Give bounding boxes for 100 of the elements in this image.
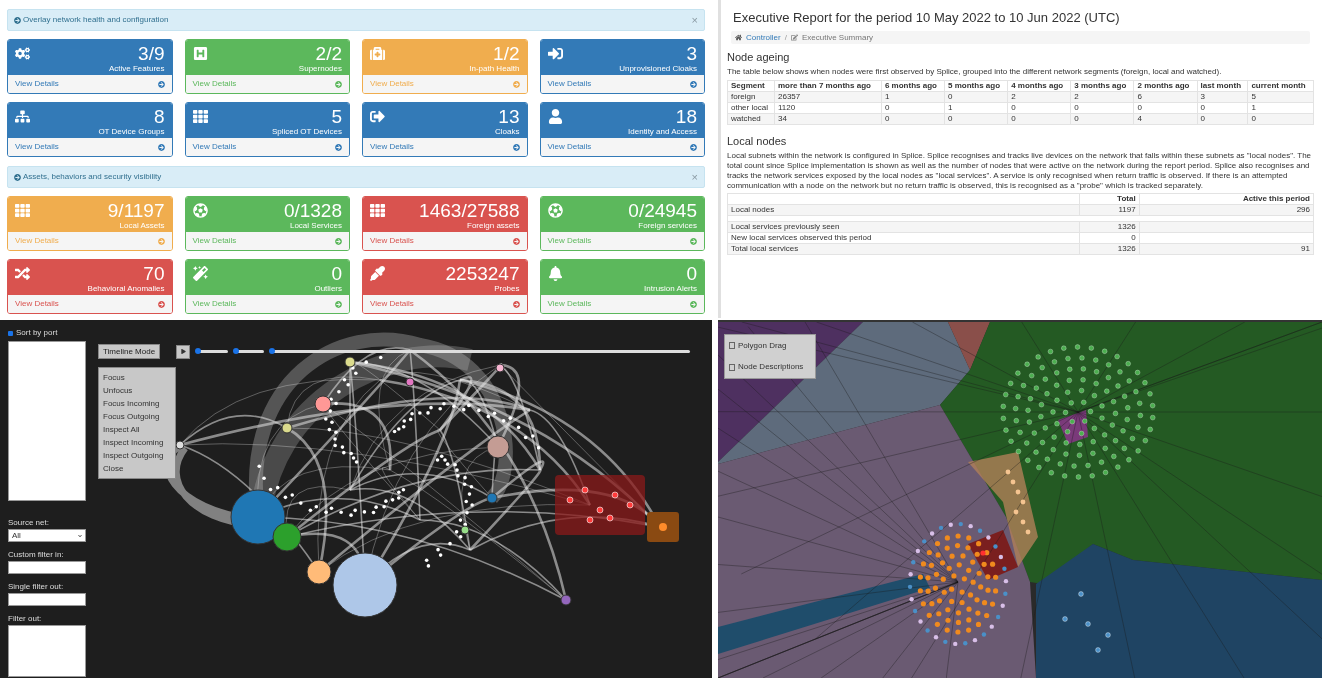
table-cell: 2 [1007,91,1071,103]
section-header[interactable]: Assets, behaviors and security visibility × [7,166,705,188]
table-cell: 296 [1139,204,1314,216]
table-cell: 3 [1197,91,1248,103]
stat-value: 3/9 [138,44,165,64]
slider-track[interactable] [198,350,228,353]
slider-thumb[interactable] [195,348,201,354]
option-checkbox[interactable]: Node Descriptions [729,361,811,374]
slider-track[interactable] [272,350,690,353]
voronoi-cell [948,322,990,370]
custom-filter-in-field[interactable] [8,561,86,574]
close-icon[interactable]: × [691,11,698,29]
stat-label: Unprovisioned Cloaks [619,64,697,74]
stat-value: 1463/27588 [419,201,520,221]
column-header: last month [1197,80,1248,92]
table-cell: 0 [944,113,1008,125]
stat-value: 0/1328 [283,201,342,221]
menu-item[interactable]: Inspect Incoming [103,437,171,448]
filter-out-list-box[interactable] [8,625,86,677]
view-details-link[interactable]: View Details [547,235,592,247]
stat-label: Supernodes [298,64,342,74]
shuffle-icon [15,266,30,281]
table-cell: 1197 [1079,204,1140,216]
stat-label: Active Features [108,64,165,74]
port-list-box[interactable] [8,341,86,501]
view-details-link[interactable]: View Details [15,141,59,153]
breadcrumb-link[interactable]: Controller [746,31,781,44]
view-details-link[interactable]: View Details [370,298,414,310]
graph-node[interactable] [486,492,498,504]
table-cell: 0 [1079,232,1140,244]
slider-thumb[interactable] [233,348,239,354]
graph-node[interactable] [659,523,667,531]
view-details-link[interactable]: View Details [547,141,592,153]
graph-node[interactable] [281,422,293,434]
table-cell: 0 [1007,113,1071,125]
view-details-link[interactable]: View Details [15,78,59,90]
menu-item[interactable]: Unfocus [103,385,171,396]
view-details-link[interactable]: View Details [370,141,414,153]
view-details-link[interactable]: View Details [547,298,592,310]
timeline-mode-button[interactable]: Timeline Mode [98,344,160,359]
field-label: Single filter out: [8,582,65,592]
stat-value: 2253247 [445,264,520,284]
graph-node[interactable] [405,377,415,387]
graph-node[interactable] [314,395,332,413]
table-cell: 0 [944,91,1008,103]
sort-by-port-checkbox[interactable]: Sort by port [8,328,90,338]
stat-value: 0/24945 [628,201,697,221]
menu-item[interactable]: Focus Outgoing [103,411,171,422]
column-header: 5 months ago [944,80,1008,92]
graph-node[interactable] [344,356,356,368]
table-cell: Total local services [727,243,1080,255]
menu-item[interactable]: Close [103,463,171,474]
table-cell: watched [727,113,775,125]
graph-node[interactable] [230,489,286,545]
slider-thumb[interactable] [269,348,275,354]
table-cell: 1 [1247,102,1314,114]
stat-value: 18 [675,107,697,127]
menu-item[interactable]: Focus [103,372,171,383]
view-details-link[interactable]: View Details [370,235,414,247]
section-description: The table below shows when nodes were first observed by Splice, grouped into the different network segments (foreign, local and watched). [727,67,1223,77]
field-label: Source net: [8,518,50,528]
graph-node[interactable] [332,552,398,618]
source-net-select[interactable]: All [8,529,86,542]
stat-label: Foreign assets [467,221,520,231]
edit-icon [790,34,798,41]
graph-node[interactable] [495,363,505,373]
circle-arrow-icon [14,16,21,24]
graph-node[interactable] [486,435,510,459]
stat-label: Foreign services [638,221,697,231]
table-cell: 0 [1197,113,1248,125]
menu-item[interactable]: Focus Incoming [103,398,171,409]
view-details-link[interactable]: View Details [192,235,237,247]
play-icon [180,349,186,354]
view-details-link[interactable]: View Details [192,78,237,90]
field-label: Custom filter in: [8,550,65,560]
view-details-link[interactable]: View Details [15,298,59,310]
stat-value: 9/1197 [107,201,165,221]
play-button[interactable] [176,344,190,359]
slider-track[interactable] [236,350,264,353]
section-header[interactable]: Overlay network health and configuration × [7,9,705,31]
close-icon[interactable]: × [691,168,698,186]
menu-item[interactable]: Inspect All [103,424,171,435]
table-cell: 0 [1070,113,1134,125]
graph-node[interactable] [272,522,302,552]
graph-node[interactable] [175,440,185,450]
grid-icon [15,203,30,218]
option-checkbox[interactable]: Polygon Drag [729,339,811,352]
single-filter-out-field[interactable] [8,593,86,606]
table-cell: 6 [1133,91,1198,103]
sign-in-icon [547,46,563,61]
table-cell: 0 [1007,102,1071,114]
view-details-link[interactable]: View Details [547,78,592,90]
graph-node[interactable] [306,559,332,585]
graph-node[interactable] [460,525,470,535]
graph-node[interactable] [560,594,572,606]
view-details-link[interactable]: View Details [192,141,237,153]
gears-icon [15,46,30,61]
menu-item[interactable]: Inspect Outgoing [103,450,171,461]
stat-value: 70 [143,264,165,284]
view-details-link[interactable]: View Details [192,298,237,310]
